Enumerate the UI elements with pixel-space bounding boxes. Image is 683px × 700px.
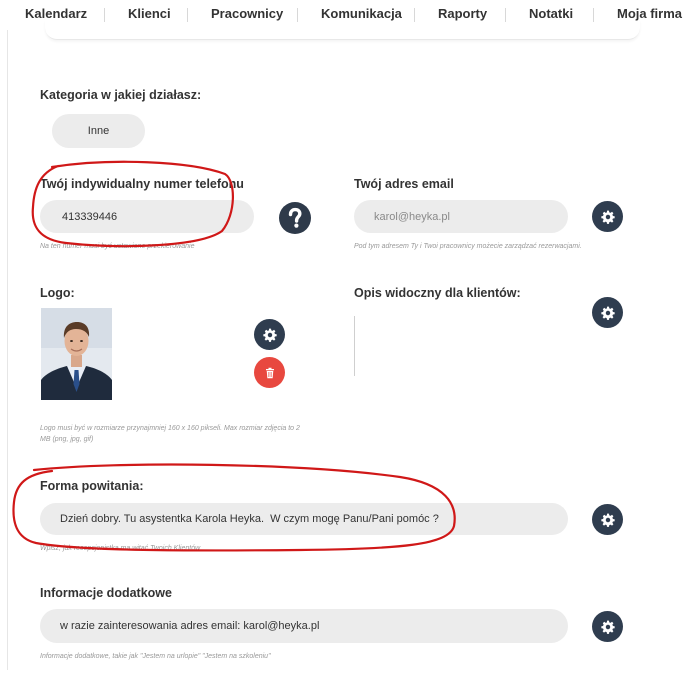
additional-info-hint: Informacje dodatkowe, takie jak "Jestem … — [40, 653, 271, 660]
greeting-input[interactable] — [60, 513, 568, 525]
greeting-settings-button[interactable] — [592, 504, 623, 535]
nav-pracownicy[interactable]: Pracownicy — [211, 6, 283, 21]
gear-icon — [262, 328, 277, 342]
question-icon — [288, 207, 302, 228]
content-border — [7, 30, 8, 670]
additional-info-settings-button[interactable] — [592, 611, 623, 642]
nav-komunikacja[interactable]: Komunikacja — [321, 6, 402, 21]
logo-delete-button[interactable] — [254, 357, 285, 388]
gear-icon — [600, 306, 615, 320]
phone-input[interactable] — [62, 210, 254, 223]
category-label: Kategoria w jakiej działasz: — [40, 88, 202, 102]
additional-info-input[interactable] — [60, 620, 568, 632]
greeting-label: Forma powitania: — [40, 479, 144, 493]
help-button[interactable] — [279, 202, 311, 234]
email-field[interactable] — [354, 200, 568, 233]
phone-field[interactable] — [40, 200, 254, 233]
phone-label: Twój indywidualny numer telefonu — [40, 177, 244, 191]
email-label: Twój adres email — [354, 177, 454, 191]
additional-info-label: Informacje dodatkowe — [40, 586, 172, 600]
nav-kalendarz[interactable]: Kalendarz — [25, 6, 87, 21]
greeting-field[interactable] — [40, 503, 568, 535]
logo-hint-line-1: Logo musi być w rozmiarze przynajmniej 1… — [40, 425, 300, 432]
previous-card-edge — [45, 20, 640, 40]
nav-raporty[interactable]: Raporty — [438, 6, 487, 21]
trash-icon — [265, 367, 274, 378]
nav-notatki[interactable]: Notatki — [529, 6, 573, 21]
greeting-hint: Wpisz, jak recepcjonistka ma witać Twoic… — [40, 545, 201, 552]
logo-image — [41, 308, 112, 400]
phone-hint: Na ten numer musi być ustawione przekier… — [40, 243, 195, 250]
nav-klienci[interactable]: Klienci — [128, 6, 171, 21]
gear-icon — [600, 620, 615, 634]
description-label: Opis widoczny dla klientów: — [354, 286, 521, 300]
logo-settings-button[interactable] — [254, 319, 285, 350]
category-select[interactable]: Inne — [52, 114, 145, 148]
description-textarea[interactable] — [354, 316, 355, 376]
logo-hint-line-2: MB (png, jpg, gif) — [40, 436, 94, 443]
gear-icon — [600, 513, 615, 527]
additional-info-field[interactable] — [40, 609, 568, 643]
gear-icon — [600, 210, 615, 224]
nav-moja-firma[interactable]: Moja firma — [617, 6, 682, 21]
email-settings-button[interactable] — [592, 201, 623, 232]
description-settings-button[interactable] — [592, 297, 623, 328]
email-hint: Pod tym adresem Ty i Twoi pracownicy moż… — [354, 243, 582, 250]
category-value: Inne — [87, 125, 110, 137]
logo-label: Logo: — [40, 286, 75, 300]
email-input[interactable] — [374, 210, 568, 223]
